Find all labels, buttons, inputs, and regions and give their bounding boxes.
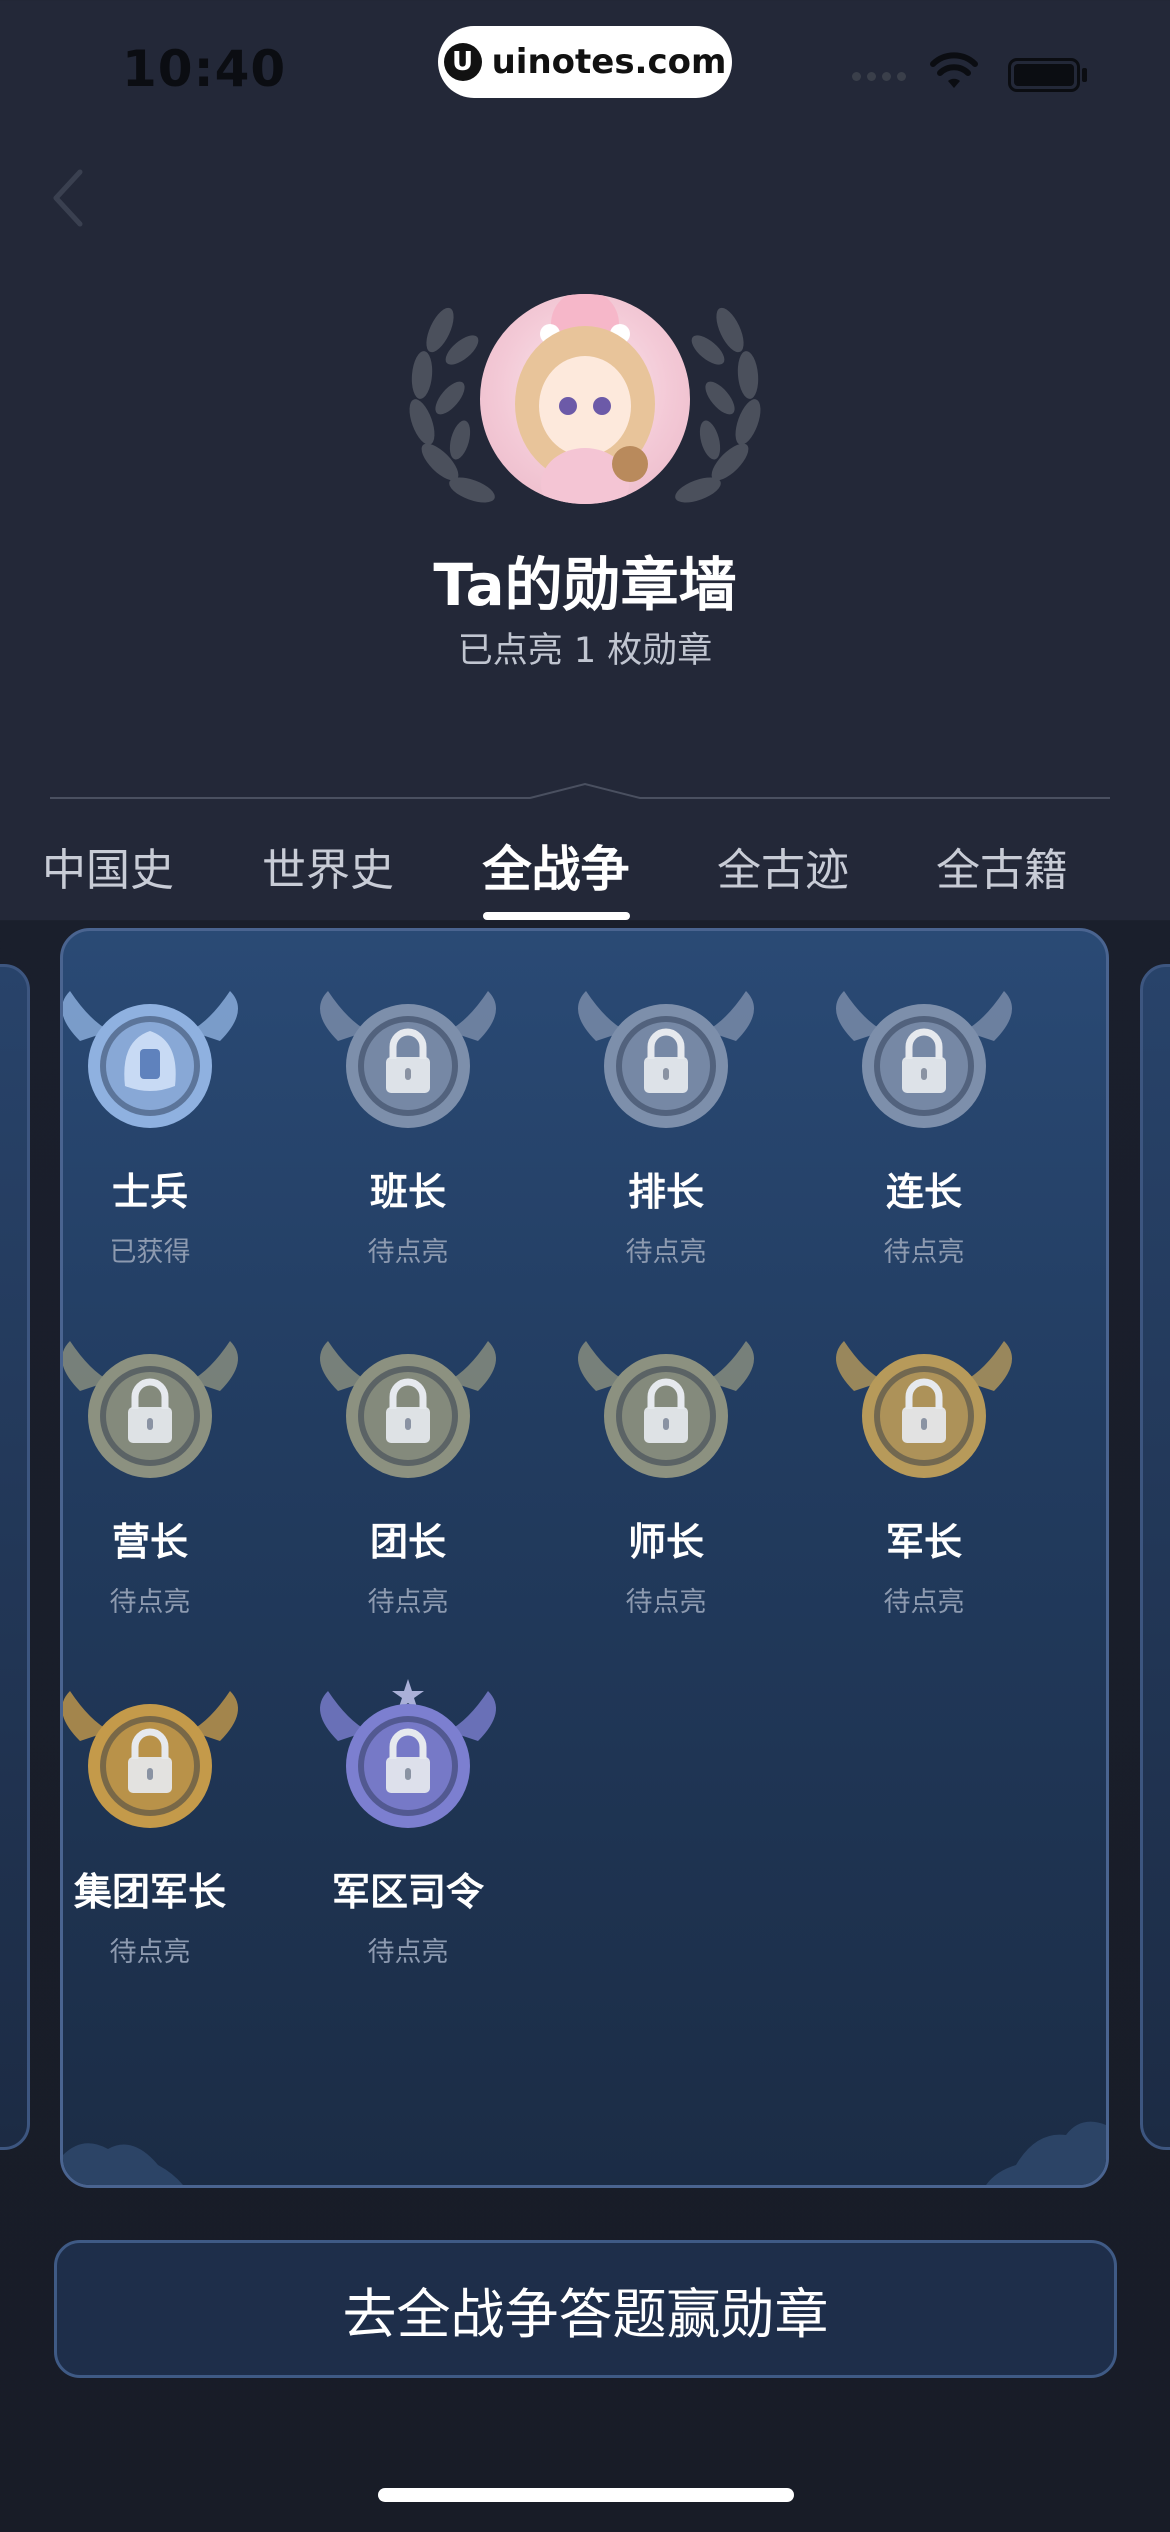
badge-status: 待点亮 (625, 1237, 707, 1268)
cloud-decoration-left (63, 2143, 183, 2185)
tab-world-history[interactable]: 世界史 (258, 834, 398, 898)
badge-name: 排长 (627, 1170, 704, 1214)
badge-name: 连长 (885, 1170, 962, 1214)
winged-trophy-icon (320, 1679, 496, 1828)
badge-status: 待点亮 (367, 1587, 449, 1618)
home-indicator[interactable] (378, 2488, 794, 2502)
signal-icon (852, 72, 906, 81)
shell-icon (578, 991, 754, 1128)
tab-ancient-books[interactable]: 全古籍 (932, 834, 1072, 898)
battery-cap (1082, 68, 1087, 82)
badge-status: 待点亮 (367, 1237, 449, 1268)
badge-status: 待点亮 (883, 1237, 965, 1268)
badge-item[interactable]: 连长 待点亮 (814, 971, 1034, 1271)
badge-item[interactable]: 集团军长 待点亮 (63, 1671, 260, 1971)
badge-item[interactable]: 士兵 已获得 (63, 971, 260, 1271)
badge-status: 待点亮 (883, 1587, 965, 1618)
badge-name: 团长 (369, 1520, 446, 1564)
badge-status: 待点亮 (109, 1937, 191, 1968)
next-panel-edge[interactable] (1140, 964, 1170, 2150)
tab-china-history[interactable]: 中国史 (38, 834, 178, 898)
letter-icon (578, 1341, 754, 1478)
badge-item[interactable]: 团长 待点亮 (298, 1321, 518, 1621)
page-title: Ta的勋章墙 (433, 551, 737, 619)
badge-name: 士兵 (111, 1170, 188, 1214)
badge-item[interactable]: 军区司令 待点亮 (298, 1671, 518, 1971)
tab-divider (50, 782, 1110, 799)
tab-monuments[interactable]: 全古迹 (713, 834, 853, 898)
site-pill: U uinotes.com (438, 26, 732, 98)
avatar[interactable] (480, 294, 690, 504)
badge-name: 集团军长 (73, 1870, 226, 1914)
badge-count-subtitle: 已点亮 1 枚勋章 (457, 631, 713, 671)
badge-name: 班长 (369, 1170, 446, 1214)
tab-war[interactable]: 全战争 (476, 830, 636, 901)
badge-item[interactable]: 师长 待点亮 (556, 1321, 776, 1621)
grenade-icon (63, 1341, 238, 1478)
badge-status: 待点亮 (109, 1587, 191, 1618)
cloud-decoration-right (986, 2121, 1106, 2185)
star-crest-icon (836, 1341, 1012, 1478)
quiz-cta-button[interactable]: 去全战争答题赢勋章 (54, 2240, 1117, 2378)
back-chevron-icon[interactable] (48, 166, 88, 230)
active-tab-indicator (483, 912, 630, 920)
badge-name: 营长 (111, 1520, 188, 1564)
tank-icon (320, 991, 496, 1128)
badge-item[interactable]: 班长 待点亮 (298, 971, 518, 1271)
badge-status: 待点亮 (367, 1937, 449, 1968)
wifi-icon (930, 52, 978, 88)
avatar-character-icon (515, 294, 655, 504)
badge-item[interactable]: 军长 待点亮 (814, 1321, 1034, 1621)
badge-status: 待点亮 (625, 1587, 707, 1618)
badge-name: 军长 (885, 1520, 962, 1564)
status-time: 10:40 (122, 40, 287, 98)
radio-icon (320, 1341, 496, 1478)
rocket-icon (63, 1691, 238, 1828)
badge-item[interactable]: 排长 待点亮 (556, 971, 776, 1271)
badge-name: 师长 (627, 1520, 704, 1564)
soldier-helmet-icon (63, 991, 238, 1128)
site-label: uinotes.com (491, 42, 727, 82)
badge-panel: 士兵 已获得 班长 待点亮 排长 待点亮 连长 待点亮 营长 待点亮 团长 待点亮 师长 待点亮 军长 待点亮… (60, 928, 1109, 2188)
battery-icon (1008, 58, 1080, 92)
map-icon (836, 991, 1012, 1128)
badge-name: 军区司令 (331, 1870, 484, 1914)
badge-item[interactable]: 营长 待点亮 (63, 1321, 260, 1621)
badge-status: 已获得 (109, 1237, 191, 1268)
prev-panel-edge[interactable] (0, 964, 30, 2150)
site-logo-icon: U (443, 43, 482, 81)
quiz-cta-label: 去全战争答题赢勋章 (342, 2282, 829, 2346)
